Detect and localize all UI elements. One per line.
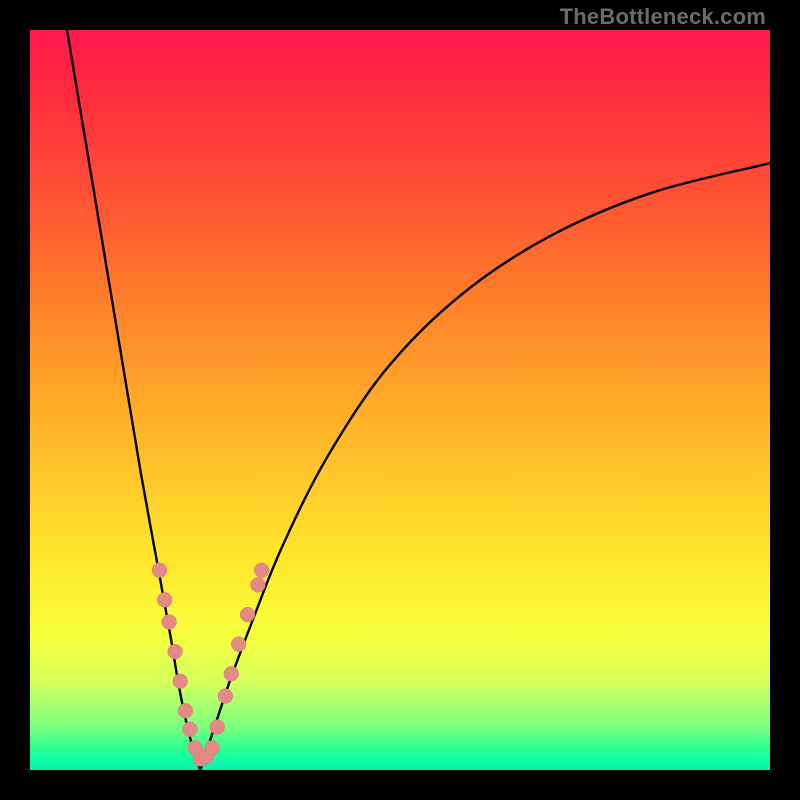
data-bead — [254, 563, 269, 578]
curve-layer — [30, 30, 770, 770]
chart-frame: TheBottleneck.com — [0, 0, 800, 800]
data-bead — [178, 703, 193, 718]
data-bead — [240, 607, 255, 622]
left-branch-curve — [67, 30, 200, 770]
data-bead — [224, 666, 239, 681]
data-bead — [210, 720, 225, 735]
data-bead — [152, 563, 167, 578]
data-bead — [168, 644, 183, 659]
watermark-text: TheBottleneck.com — [560, 4, 766, 30]
right-branch-curve — [200, 163, 770, 770]
data-bead — [251, 578, 266, 593]
data-bead — [157, 592, 172, 607]
plot-area — [30, 30, 770, 770]
data-bead — [173, 674, 188, 689]
data-bead — [182, 722, 197, 737]
data-bead — [218, 689, 233, 704]
data-bead — [205, 740, 220, 755]
data-bead — [162, 615, 177, 630]
data-bead — [231, 637, 246, 652]
